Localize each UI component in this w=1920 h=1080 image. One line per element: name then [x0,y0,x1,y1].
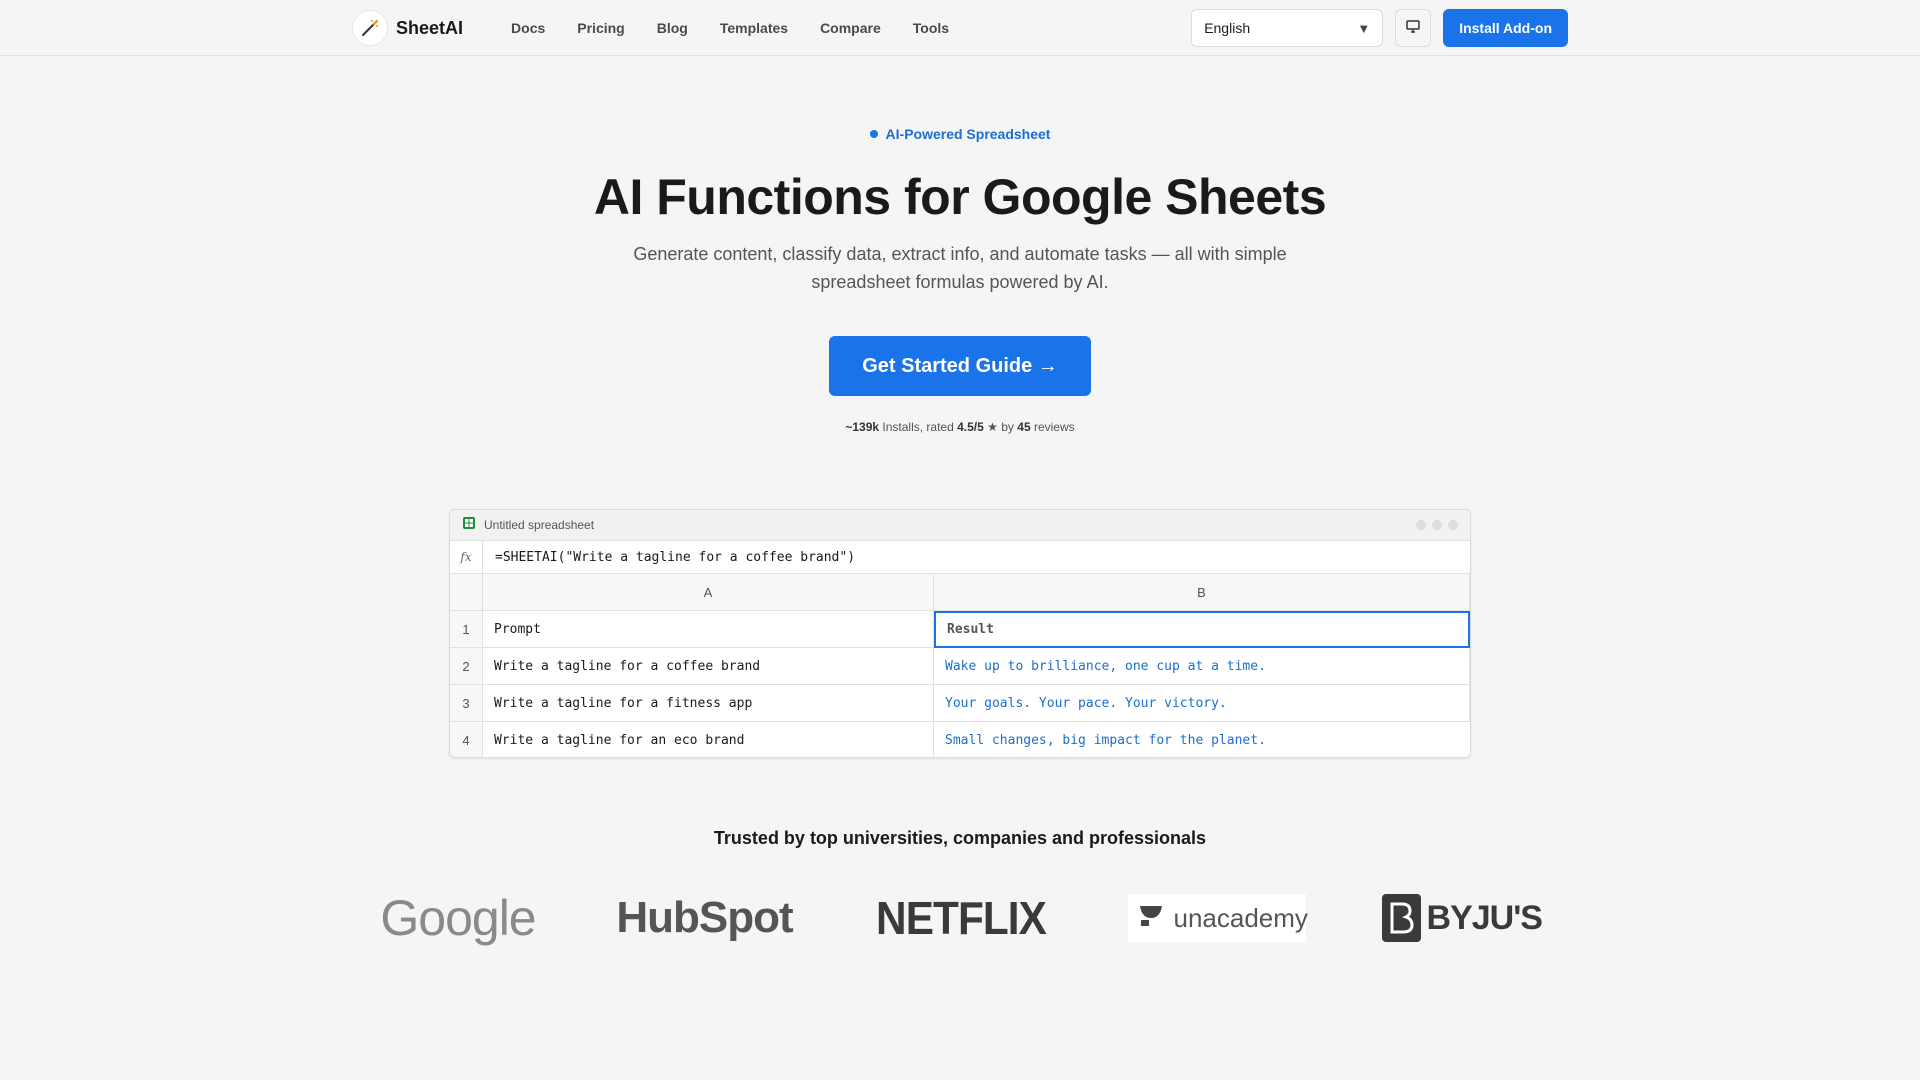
formula-input[interactable]: =SHEETAI("Write a tagline for a coffee b… [483,550,855,565]
row-header[interactable]: 1 [450,611,483,648]
chevron-down-icon: ▼ [1357,20,1371,36]
cell-a3[interactable]: Write a tagline for a fitness app [483,685,934,722]
column-header-b[interactable]: B [934,574,1470,611]
review-count: 45 [1017,420,1031,434]
magic-wand-icon [352,10,388,46]
stats-text-reviews: reviews [1030,420,1075,434]
language-select-value: English [1204,20,1251,36]
row-header[interactable]: 2 [450,648,483,685]
get-started-button[interactable]: Get Started Guide → [829,336,1091,396]
formula-bar: fx =SHEETAI("Write a tagline for a coffe… [450,540,1470,574]
cell-a4[interactable]: Write a tagline for an eco brand [483,722,934,757]
cell-b1-selected[interactable]: Result [934,611,1470,648]
top-navbar: SheetAI Docs Pricing Blog Templates Comp… [0,0,1920,56]
spreadsheet-preview: Untitled spreadsheet fx =SHEETAI("Write … [449,509,1471,758]
nav-link-docs[interactable]: Docs [495,8,561,48]
theme-toggle-button[interactable] [1395,9,1432,47]
hero-title: AI Functions for Google Sheets [593,169,1327,225]
nav-link-tools[interactable]: Tools [897,8,965,48]
monitor-icon [1405,18,1421,39]
nav-link-templates[interactable]: Templates [704,8,804,48]
brand-logo[interactable]: SheetAI [352,10,463,46]
byjus-mark-icon [1382,894,1421,942]
star-icon: ★ [987,420,998,434]
byjus-logo: BYJU'S [1382,886,1543,950]
customer-logos: Google HubSpot NETFLIX unacademy BYJU'S [378,886,1543,950]
nav-link-blog[interactable]: Blog [641,8,704,48]
window-controls [1416,520,1458,530]
badge-dot-icon [869,130,878,138]
nav-actions: English ▼ Install Add-on [1191,9,1568,47]
stats-text-by: by [997,420,1018,434]
unacademy-mark-icon [1138,902,1164,935]
unacademy-wordmark: unacademy [1173,902,1308,933]
hero-badge-text: AI-Powered Spreadsheet [885,126,1051,142]
stats-text-installs: Installs, rated [879,420,958,434]
nav-link-pricing[interactable]: Pricing [561,8,640,48]
cell-b2[interactable]: Wake up to brilliance, one cup at a time… [934,648,1470,685]
google-logo: Google [380,890,536,946]
install-count: ~139k [845,420,880,434]
nav-link-compare[interactable]: Compare [804,8,897,48]
sheets-icon [462,516,476,535]
install-stats: ~139k Installs, rated 4.5/5 ★ by 45 revi… [0,420,1920,434]
window-dot-icon [1416,520,1426,530]
navbar-inner: SheetAI Docs Pricing Blog Templates Comp… [352,8,1568,48]
cell-b3[interactable]: Your goals. Your pace. Your victory. [934,685,1470,722]
row-header[interactable]: 4 [450,722,483,757]
nav-links: Docs Pricing Blog Templates Compare Tool… [495,8,965,48]
netflix-logo: NETFLIX [876,892,1047,944]
cell-a2[interactable]: Write a tagline for a coffee brand [483,648,934,685]
unacademy-logo: unacademy [1127,894,1308,942]
cell-b4[interactable]: Small changes, big impact for the planet… [934,722,1470,757]
window-dot-icon [1448,520,1458,530]
rating-value: 4.5/5 [957,420,984,434]
spreadsheet-titlebar: Untitled spreadsheet [450,510,1470,541]
spreadsheet-grid: A B 1 Prompt Result 2 Write a tagline fo… [450,574,1470,757]
window-dot-icon [1432,520,1442,530]
install-addon-button[interactable]: Install Add-on [1443,9,1568,47]
language-select[interactable]: English ▼ [1191,9,1384,47]
cell-a1[interactable]: Prompt [483,611,934,648]
brand-name: SheetAI [396,17,464,38]
hero-badge: AI-Powered Spreadsheet [0,126,1920,142]
hero-subtitle: Generate content, classify data, extract… [633,244,1287,292]
byjus-wordmark: BYJU'S [1426,898,1543,937]
trusted-by-heading: Trusted by top universities, companies a… [713,828,1207,848]
fx-label: fx [450,540,483,574]
hubspot-logo: HubSpot [616,893,793,942]
grid-corner [450,574,483,611]
column-header-a[interactable]: A [483,574,934,611]
row-header[interactable]: 3 [450,685,483,722]
spreadsheet-title: Untitled spreadsheet [484,518,595,532]
